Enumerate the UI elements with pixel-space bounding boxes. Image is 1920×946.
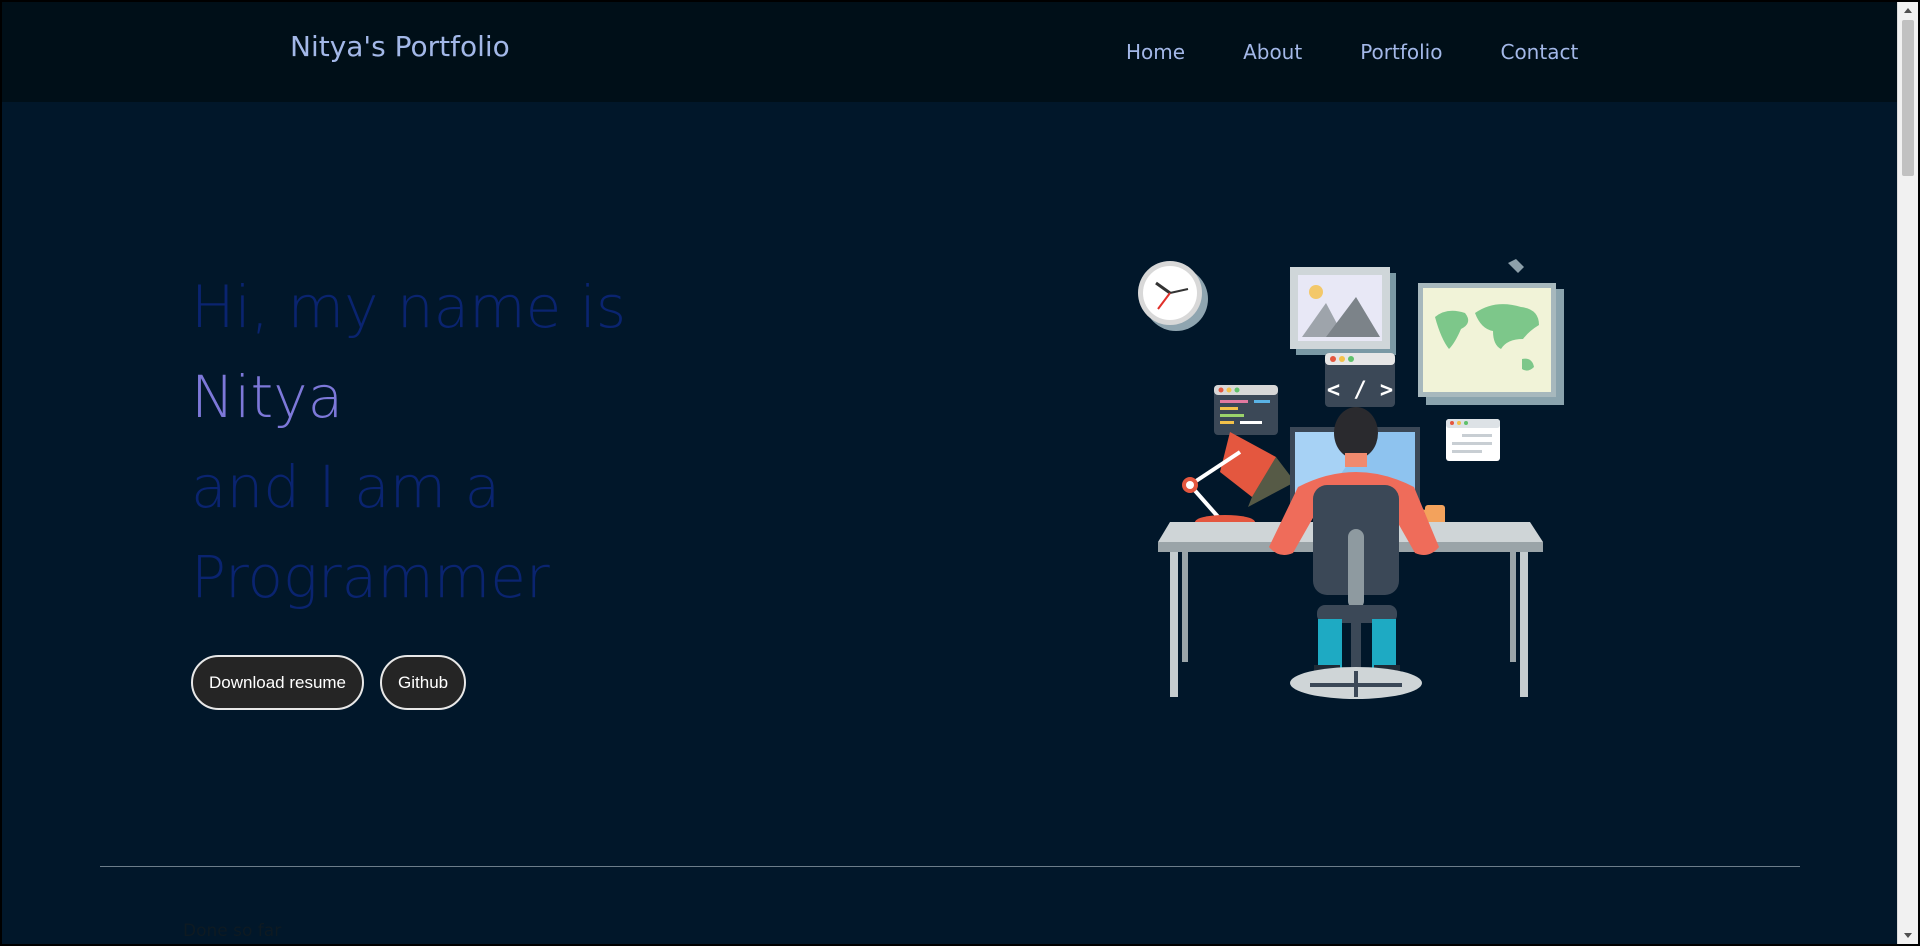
scroll-thumb[interactable]	[1902, 20, 1914, 176]
desk-lamp-icon	[1182, 432, 1295, 529]
hero-buttons: Download resume Github	[191, 655, 467, 710]
picture-frame-icon	[1290, 267, 1396, 355]
editor-window-icon	[1214, 385, 1278, 435]
hero-name: Nitya	[191, 363, 344, 431]
hero-heading: Hi, my name is Nitya and I am a Programm…	[191, 262, 626, 622]
section-divider	[100, 866, 1800, 867]
vertical-scrollbar[interactable]	[1897, 2, 1918, 944]
hero-greeting: Hi, my name is	[191, 273, 627, 341]
navbar: Nitya's Portfolio Home About Portfolio C…	[2, 2, 1897, 102]
nav-link-about[interactable]: About	[1243, 40, 1302, 64]
hero-intro: and I am a	[191, 453, 501, 521]
site-brand[interactable]: Nitya's Portfolio	[290, 30, 510, 63]
scroll-down-arrow-icon[interactable]	[1904, 933, 1912, 938]
nav-links: Home About Portfolio Contact	[1126, 40, 1636, 64]
svg-text:< / >: < / >	[1327, 378, 1393, 403]
document-window-icon	[1446, 419, 1500, 461]
nav-link-home[interactable]: Home	[1126, 40, 1185, 64]
nav-link-portfolio[interactable]: Portfolio	[1360, 40, 1442, 64]
section-heading: Done so far	[183, 921, 282, 941]
nav-link-contact[interactable]: Contact	[1500, 40, 1578, 64]
scroll-up-arrow-icon[interactable]	[1904, 8, 1912, 13]
download-resume-button[interactable]: Download resume	[191, 655, 365, 710]
hero-role: Programmer	[191, 543, 550, 611]
programmer-illustration: < / >	[1138, 259, 1564, 699]
world-map-icon	[1418, 259, 1564, 405]
code-window-icon: < / >	[1325, 353, 1395, 407]
clock-icon	[1138, 261, 1208, 331]
chair-base-icon	[1290, 623, 1422, 699]
browser-viewport: Nitya's Portfolio Home About Portfolio C…	[2, 2, 1897, 944]
github-button[interactable]: Github	[380, 655, 467, 710]
